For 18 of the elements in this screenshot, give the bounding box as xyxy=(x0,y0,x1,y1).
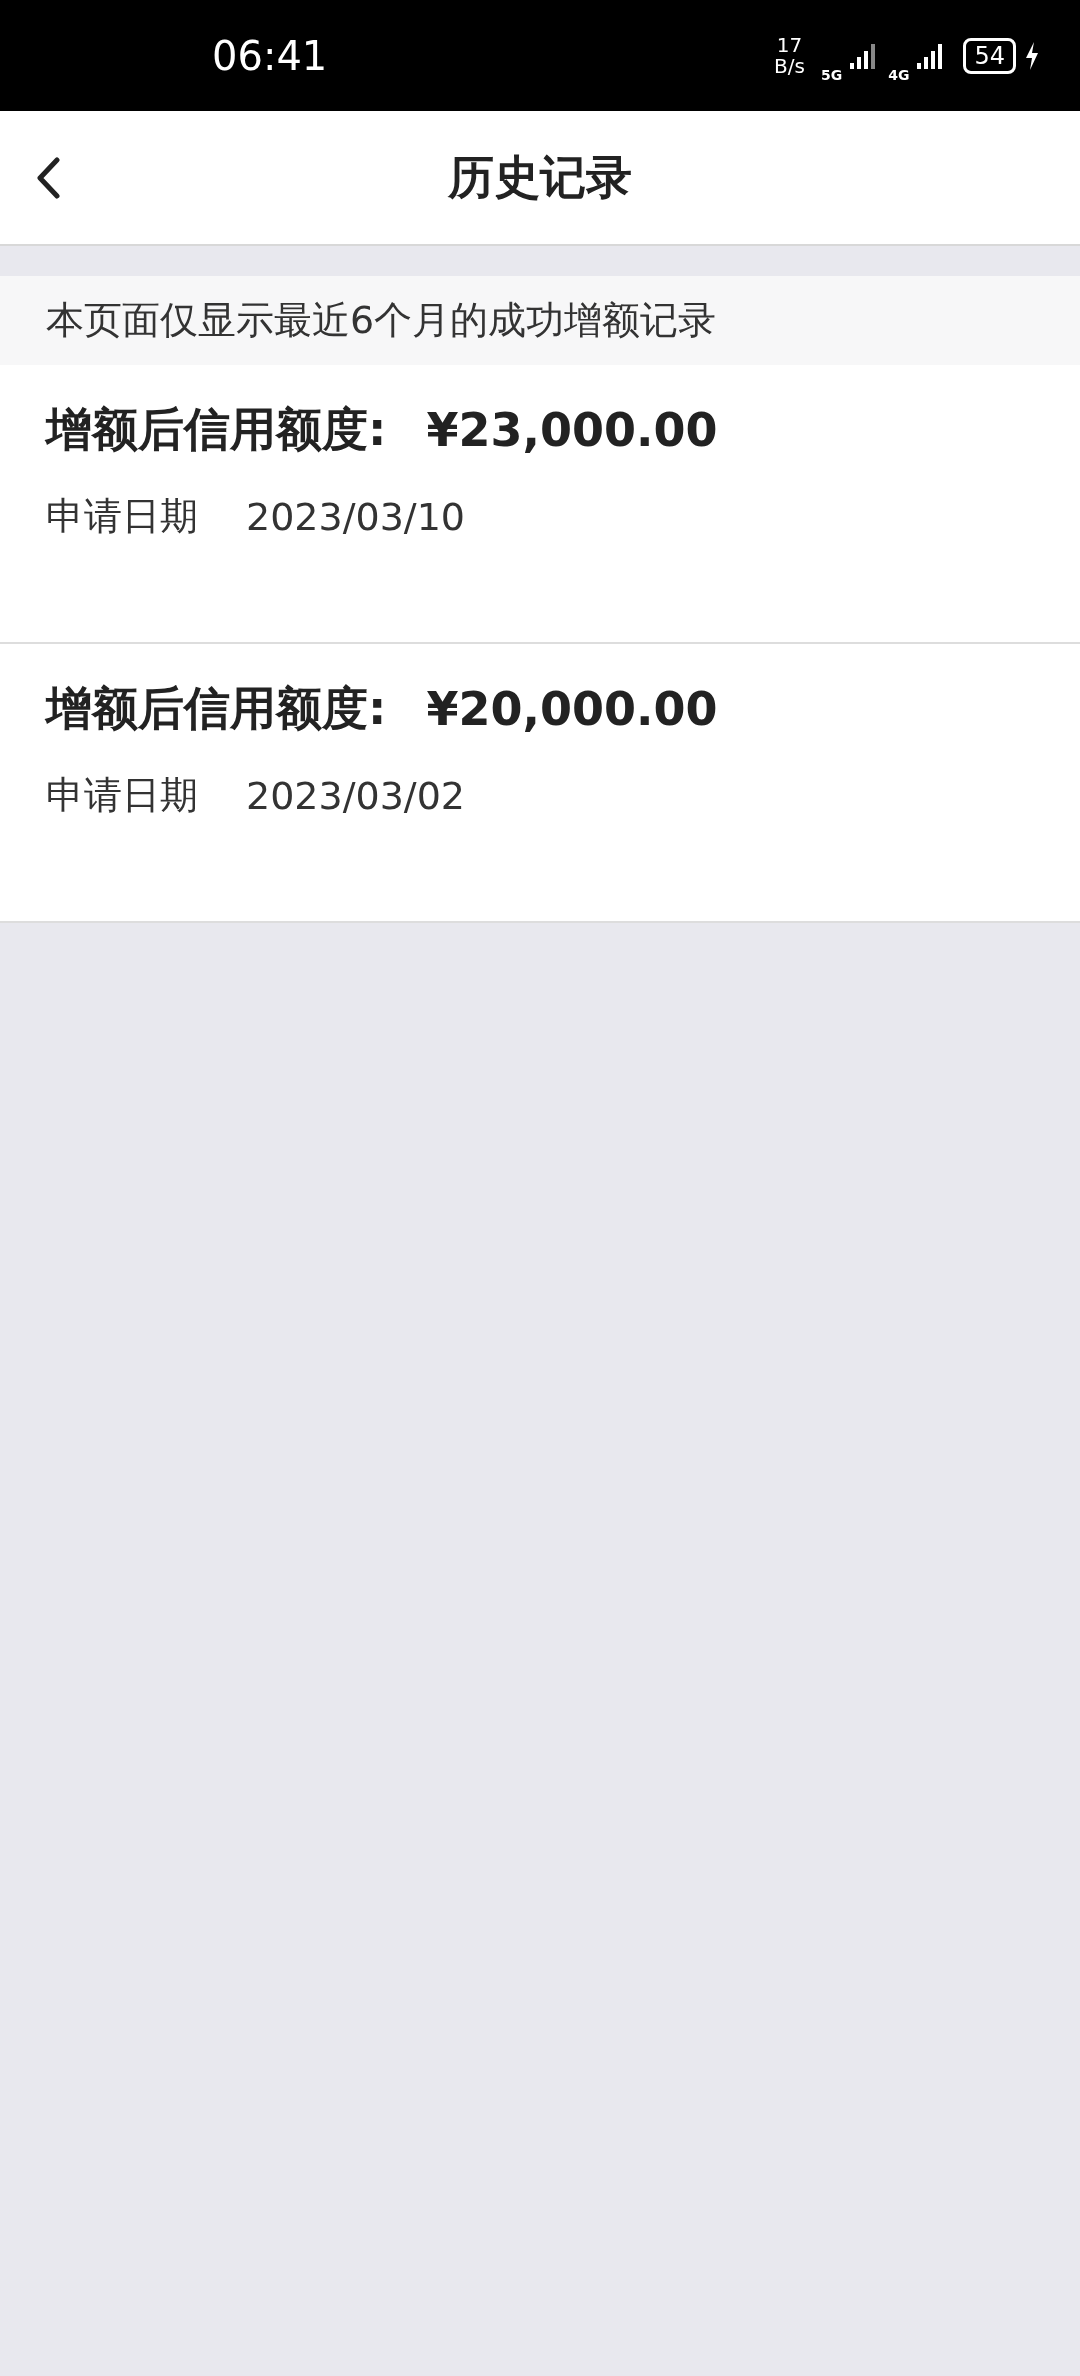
network-type: 4G xyxy=(888,66,910,83)
credit-amount: ¥23,000.00 xyxy=(426,403,718,457)
credit-amount: ¥20,000.00 xyxy=(426,682,718,736)
credit-limit-label: 增额后信用额度: xyxy=(46,680,387,737)
apply-date: 2023/03/10 xyxy=(246,494,466,539)
battery-level: 54 xyxy=(963,37,1016,74)
net-speed: 17 xyxy=(776,34,803,56)
page-title: 历史记录 xyxy=(448,148,632,206)
back-icon[interactable] xyxy=(36,156,60,199)
clock: 06:41 xyxy=(212,32,328,79)
apply-date: 2023/03/02 xyxy=(246,773,466,818)
notice-text: 本页面仅显示最近6个月的成功增额记录 xyxy=(46,297,717,344)
net-speed-unit: B/s xyxy=(774,55,805,77)
charging-icon xyxy=(1024,40,1040,71)
network-type: 5G xyxy=(821,66,843,83)
credit-limit-label: 增额后信用额度: xyxy=(46,401,387,458)
date-label: 申请日期 xyxy=(46,493,198,540)
date-label: 申请日期 xyxy=(46,772,198,819)
